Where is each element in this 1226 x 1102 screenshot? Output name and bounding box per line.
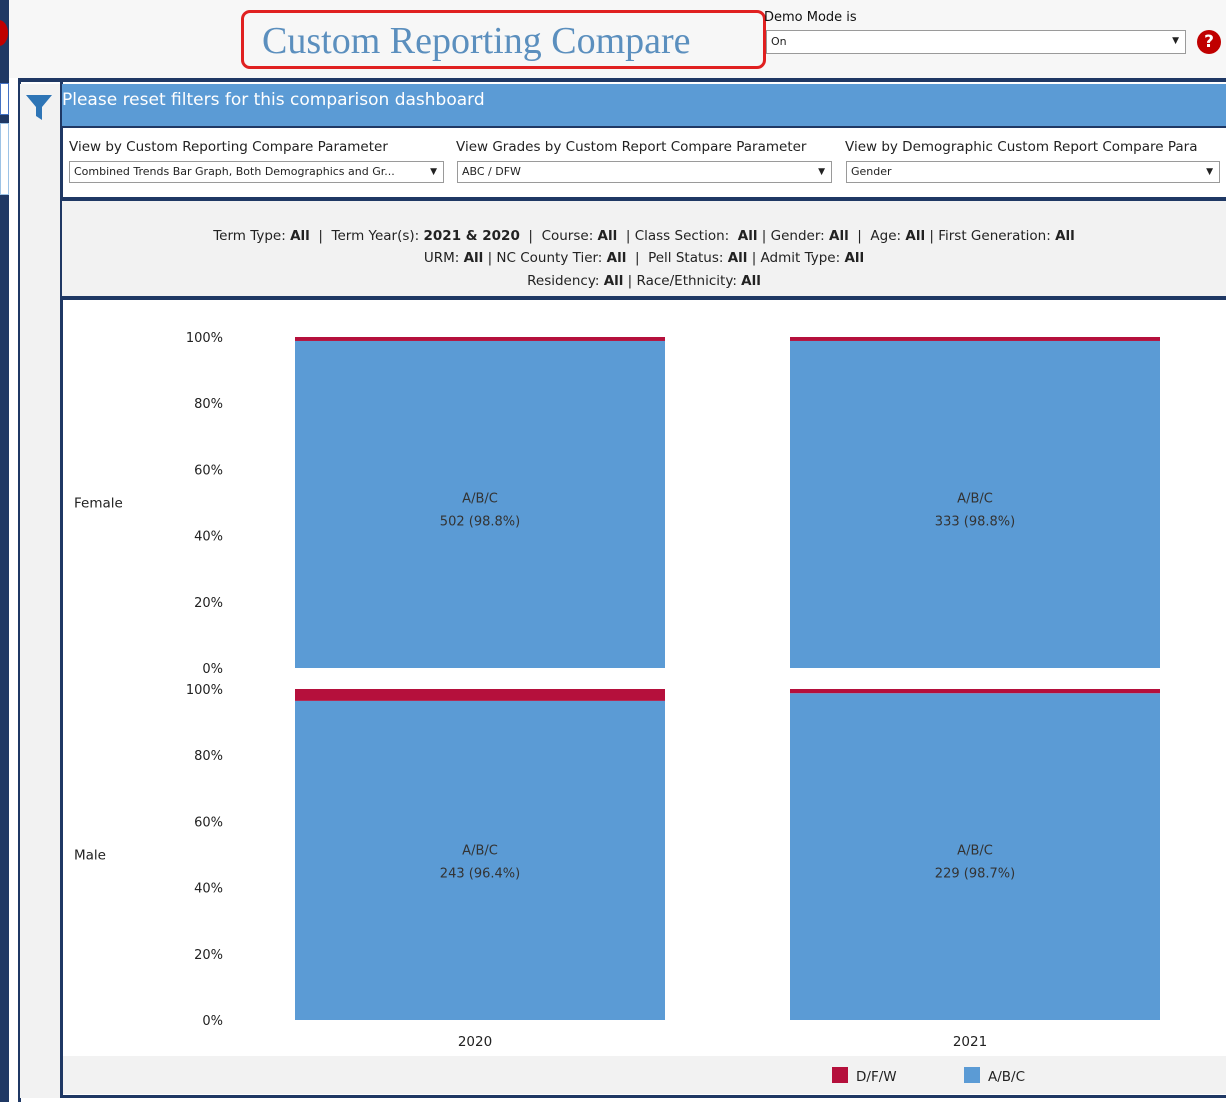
filter-value: All (463, 250, 484, 266)
banner-text: Please reset filters for this comparison… (62, 90, 485, 110)
y-tick-label: 80% (194, 397, 223, 412)
x-tick-label: 2021 (953, 1034, 987, 1050)
demo-mode-value: On (771, 35, 787, 48)
separator: | (848, 228, 871, 244)
separator: | (925, 228, 939, 244)
param-select-demographic[interactable]: Gender ▼ (846, 161, 1220, 183)
param-label-view: View by Custom Reporting Compare Paramet… (69, 139, 388, 155)
separator: | (519, 228, 542, 244)
side-tab-secondary[interactable] (0, 123, 9, 195)
filter-value: All (737, 228, 758, 244)
param-select-grades[interactable]: ABC / DFW ▼ (457, 161, 832, 183)
filter-key: Gender: (770, 228, 829, 244)
stacked-bar-chart: Female 100% 80% 60% 40% 20% 0% Male 100% 80% 60% 40… (74, 331, 1160, 1085)
y-tick-label: 80% (194, 749, 223, 764)
param-value-view: Combined Trends Bar Graph, Both Demograp… (74, 165, 395, 178)
bar-abc (295, 700, 665, 1020)
filter-key: First Generation: (938, 228, 1056, 244)
filter-key: Admit Type: (760, 250, 845, 266)
chevron-down-icon: ▼ (818, 167, 825, 177)
separator: | (309, 228, 332, 244)
legend-swatch (964, 1067, 980, 1083)
bar-data-label-name: A/B/C (462, 492, 498, 507)
x-tick-label: 2020 (458, 1034, 492, 1050)
y-tick-label: 100% (186, 331, 223, 346)
bar-data-label-value: 333 (98.8%) (935, 515, 1015, 530)
filter-key: Race/Ethnicity: (636, 273, 742, 289)
bar-data-label-value: 229 (98.7%) (935, 867, 1015, 882)
param-label-demographic: View by Demographic Custom Report Compar… (845, 139, 1198, 155)
legend-label: A/B/C (988, 1069, 1025, 1085)
filter-value: All (844, 250, 865, 266)
bar-dfw (790, 337, 1160, 341)
filter-key: Term Type: (213, 228, 291, 244)
bar-data-label-name: A/B/C (957, 492, 993, 507)
y-tick-label: 40% (194, 530, 223, 545)
param-value-grades: ABC / DFW (462, 165, 521, 178)
chevron-down-icon: ▼ (1172, 36, 1179, 46)
y-tick-label: 60% (194, 463, 223, 478)
filter-panel (20, 84, 61, 1098)
bar-dfw (295, 689, 665, 701)
y-tick-label: 20% (194, 596, 223, 611)
filter-summary-line-2: URM: All | NC County Tier: All | Pell St… (62, 250, 1226, 266)
y-tick-label: 40% (194, 882, 223, 897)
filter-key: URM: (423, 250, 464, 266)
filter-key: Term Year(s): (331, 228, 424, 244)
filter-value: All (829, 228, 849, 244)
filter-value: All (905, 228, 926, 244)
filter-key: Course: (541, 228, 598, 244)
separator: | (747, 250, 761, 266)
chevron-down-icon: ▼ (430, 167, 437, 177)
bar-data-label-name: A/B/C (957, 844, 993, 859)
filter-value: All (597, 228, 618, 244)
filter-summary-line-3: Residency: All | Race/Ethnicity: All (62, 273, 1226, 289)
banner-divider (62, 126, 1226, 128)
y-tick-label: 0% (202, 1014, 223, 1029)
filter-value: All (290, 228, 310, 244)
question-circle-icon[interactable]: ? (1197, 30, 1221, 54)
demo-mode-select[interactable]: On ▼ (766, 30, 1186, 54)
bar-dfw (790, 689, 1160, 694)
filter-summary-line-1: Term Type: All | Term Year(s): 2021 & 20… (62, 228, 1226, 244)
y-tick-label: 60% (194, 815, 223, 830)
bar-data-label-name: A/B/C (462, 844, 498, 859)
filter-key: Residency: (527, 273, 604, 289)
filter-key: NC County Tier: (496, 250, 607, 266)
y-tick-label: 20% (194, 948, 223, 963)
bar-data-label-value: 502 (98.8%) (440, 515, 520, 530)
filter-value: All (606, 250, 627, 266)
row-label: Male (74, 848, 106, 864)
y-tick-label: 0% (202, 662, 223, 677)
separator: | (626, 250, 649, 266)
filter-value: 2021 & 2020 (423, 228, 520, 244)
filter-key: Age: (870, 228, 906, 244)
bar-data-label-value: 243 (96.4%) (440, 867, 520, 882)
separator: | (623, 273, 637, 289)
filter-value: All (741, 273, 761, 289)
row-label: Female (74, 496, 123, 512)
param-label-grades: View Grades by Custom Report Compare Par… (456, 139, 807, 155)
legend-swatch (832, 1067, 848, 1083)
filter-value: All (727, 250, 748, 266)
separator: | (757, 228, 771, 244)
filter-value: All (1055, 228, 1075, 244)
bar-dfw (295, 337, 665, 341)
y-tick-label: 100% (186, 683, 223, 698)
legend-label: D/F/W (856, 1069, 897, 1085)
separator: | (617, 228, 635, 244)
separator: | (483, 250, 497, 266)
filter-key: Pell Status: (648, 250, 728, 266)
demo-mode-label: Demo Mode is (764, 10, 857, 25)
param-select-view[interactable]: Combined Trends Bar Graph, Both Demograp… (69, 161, 444, 183)
filter-value: All (603, 273, 624, 289)
side-tab[interactable] (0, 83, 9, 115)
page-title: Custom Reporting Compare (262, 20, 691, 62)
filter-key: Class Section: (634, 228, 738, 244)
param-value-demographic: Gender (851, 165, 892, 178)
chevron-down-icon: ▼ (1206, 167, 1213, 177)
filter-icon[interactable] (24, 92, 54, 122)
